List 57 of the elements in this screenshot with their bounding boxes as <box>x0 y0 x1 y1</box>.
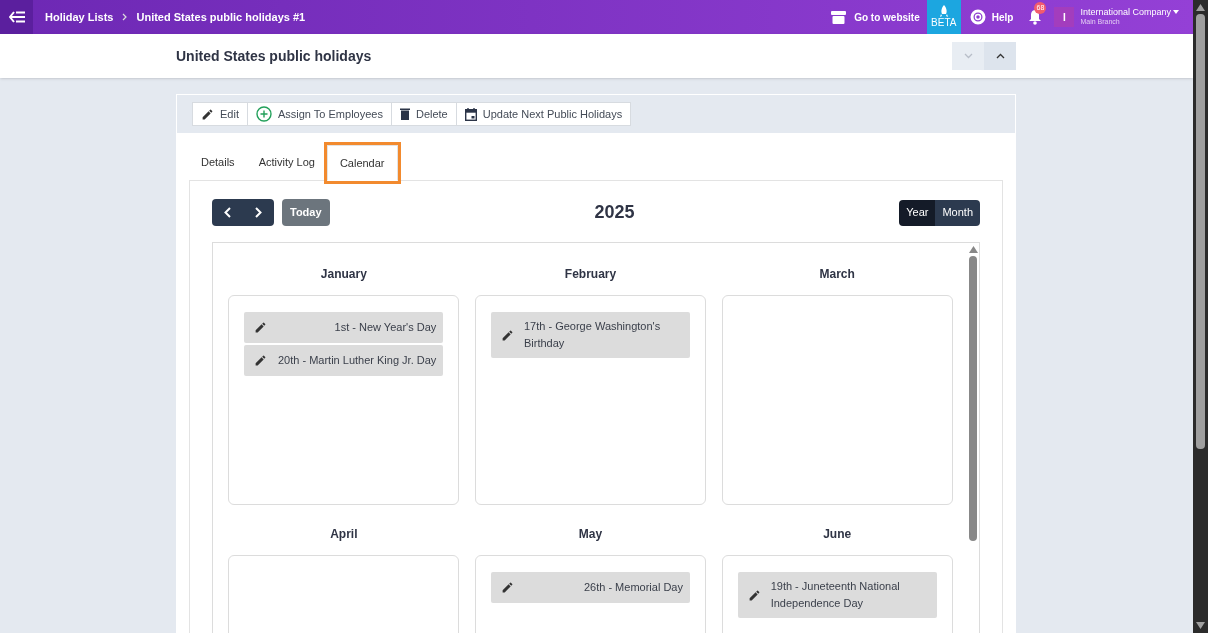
company-name[interactable]: International Company <box>1080 7 1171 17</box>
pencil-icon <box>254 321 268 334</box>
chevron-right-icon <box>122 13 128 21</box>
view-toggle-button[interactable]: Year <box>899 199 936 226</box>
toolbar-button[interactable]: Delete <box>390 102 457 126</box>
holiday-entry[interactable]: 26th - Memorial Day <box>491 572 690 603</box>
pencil-icon <box>501 581 514 594</box>
back-menu-icon <box>8 11 25 23</box>
next-button[interactable] <box>243 199 274 226</box>
month-title: January <box>320 266 367 283</box>
plus-circle-icon <box>255 106 272 122</box>
pencil-icon <box>201 107 214 121</box>
website-link[interactable]: Go to website <box>854 9 920 25</box>
tab[interactable]: Details <box>189 144 247 180</box>
toolbar-button[interactable]: Update Next Public Holidays <box>455 102 632 126</box>
today-button[interactable]: Today <box>282 199 330 226</box>
month-title: May <box>578 526 603 543</box>
month-title: February <box>564 266 617 283</box>
page-title: United States public holidays <box>176 46 372 66</box>
scrollbar-thumb[interactable] <box>1196 14 1205 449</box>
holiday-entry[interactable]: 17th - George Washington's Birthday <box>491 312 690 358</box>
rocket-icon <box>939 5 948 17</box>
calendar-icon <box>464 107 477 121</box>
menu-toggle-button[interactable] <box>0 0 33 34</box>
scrollbar-thumb[interactable] <box>969 256 977 541</box>
chevron-up-icon <box>995 53 1005 59</box>
month-title: April <box>330 526 358 543</box>
caret-down-icon <box>1173 10 1179 14</box>
pencil-icon <box>501 328 514 342</box>
scroll-up-icon[interactable] <box>1196 4 1205 11</box>
previous-button[interactable] <box>212 199 243 226</box>
pencil-icon <box>254 354 268 367</box>
chevron-right-icon <box>255 207 262 218</box>
view-toggle-button[interactable]: Month <box>935 199 980 226</box>
toolbar-button[interactable]: Edit <box>192 102 248 126</box>
tab[interactable]: Calendar <box>326 145 398 181</box>
breadcrumb-link[interactable]: Holiday Lists <box>45 8 114 26</box>
bell-icon[interactable] <box>1028 9 1043 25</box>
holiday-entry[interactable]: 20th - Martin Luther King Jr. Day <box>244 345 444 376</box>
lifebuoy-icon <box>969 9 986 25</box>
chevron-down-icon <box>963 53 973 59</box>
scroll-down-icon[interactable] <box>1196 622 1205 629</box>
month-title: June <box>823 526 852 543</box>
year-title: 2025 <box>594 201 635 224</box>
help-link[interactable]: Help <box>991 9 1014 25</box>
breadcrumb-current: United States public holidays #1 <box>136 9 306 25</box>
holiday-entry[interactable]: 1st - New Year's Day <box>244 312 444 343</box>
store-icon <box>831 10 847 24</box>
tab[interactable]: Activity Log <box>246 144 327 180</box>
chevron-left-icon <box>224 207 231 218</box>
company-avatar[interactable]: I <box>1054 7 1075 27</box>
holiday-entry[interactable]: 19th - Juneteenth National Independence Day <box>737 572 937 618</box>
toolbar-button[interactable]: Assign To Employees <box>246 102 392 126</box>
scroll-up-icon[interactable] <box>968 246 978 253</box>
pencil-icon <box>747 588 761 602</box>
month-title: March <box>819 266 855 283</box>
trash-icon <box>399 108 410 120</box>
